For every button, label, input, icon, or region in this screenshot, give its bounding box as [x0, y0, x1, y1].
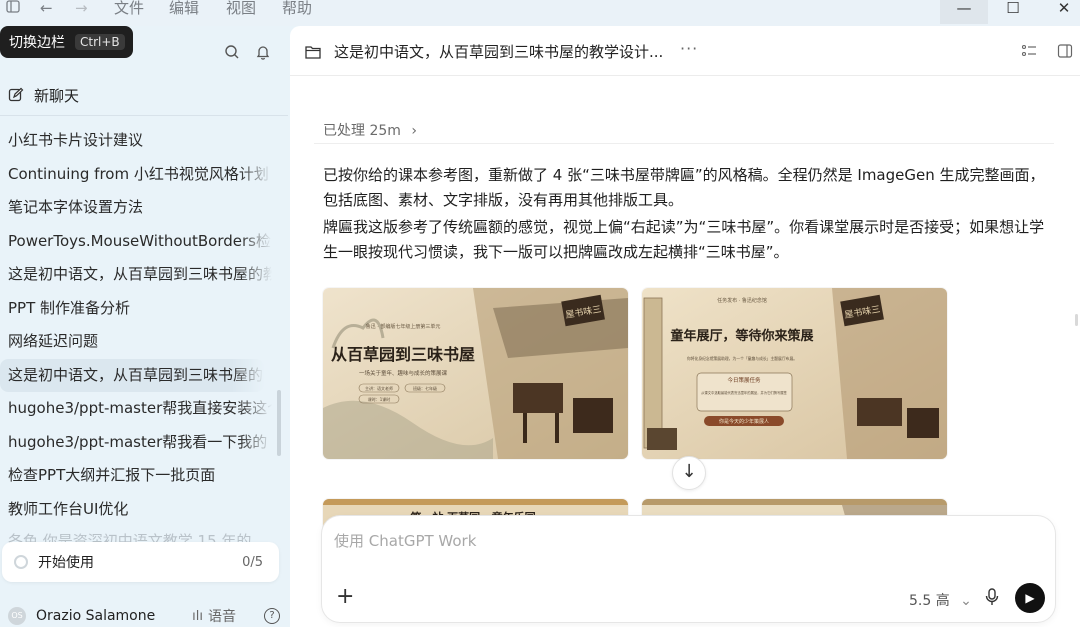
assistant-paragraph: 牌匾我这版参考了传统匾额的感觉，视觉上偏“右起读”为“三味书屋”。你看课堂展示时… [323, 218, 1045, 261]
plus-icon: + [336, 584, 355, 609]
image-top-caption: 任务发布 · 鲁迅纪念馆 [717, 297, 767, 304]
panel-toggle-icon[interactable] [1057, 43, 1073, 59]
main-panel: 这是初中语文，从百草园到三味书屋的教学设计... ··· 已处理 25m › 已… [290, 26, 1080, 627]
scroll-indicator[interactable] [1075, 314, 1078, 326]
history-item[interactable]: 教师工作台UI优化 [0, 493, 272, 527]
image-cta: 你是今天的少年策展人 [719, 418, 769, 425]
image-main-title: 从百草园到三味书屋 [331, 345, 475, 364]
folder-icon[interactable] [305, 44, 321, 59]
voice-wave-icon: ılı [192, 608, 203, 624]
history-item[interactable]: hugohe3/ppt-master帮我直接安装这个 [0, 392, 272, 426]
new-chat-label: 新聊天 [34, 86, 80, 105]
processed-time[interactable]: 已处理 25m › [323, 120, 417, 140]
new-chat-icon [8, 87, 24, 103]
maximize-button[interactable]: ☐ [989, 0, 1037, 24]
user-name: Orazio Salamone [36, 608, 156, 624]
history-item[interactable]: 检查PPT大纲并汇报下一批页面 [0, 459, 272, 493]
image-main-title: 童年展厅，等待你来策展 [670, 328, 814, 344]
voice-button[interactable]: ılı 语音 [192, 606, 236, 626]
conversation-header: 这是初中语文，从百草园到三味书屋的教学设计... ··· [290, 26, 1080, 76]
image-subtitle: 你将化身纪念馆策展助理，为一个「童趣与成长」主题展厅布展。 [687, 356, 797, 361]
history-item[interactable]: 笔记本字体设置方法 [0, 191, 272, 225]
conversation-title[interactable]: 这是初中语文，从百草园到三味书屋的教学设计... [334, 41, 663, 62]
message-input[interactable] [334, 532, 1024, 550]
menu-edit[interactable]: 编辑 [169, 0, 199, 17]
chevron-down-icon: ⌄ [960, 593, 972, 609]
user-row[interactable]: OS Orazio Salamone ılı 语音 ? [8, 605, 280, 627]
sidebar-scrollbar[interactable] [277, 390, 281, 456]
menu-view[interactable]: 视图 [226, 0, 256, 17]
title-bar: ← → 文件 编辑 视图 帮助 — ☐ ✕ [0, 0, 1080, 26]
history-item[interactable]: hugohe3/ppt-master帮我看一下我的 [0, 426, 272, 460]
menu-file[interactable]: 文件 [114, 0, 144, 17]
image-tag: 主讲：语文老师 [365, 385, 393, 391]
close-icon: ✕ [1057, 0, 1071, 17]
scroll-down-button[interactable]: ↓ [672, 456, 706, 490]
search-icon[interactable] [224, 44, 240, 60]
more-options-icon[interactable]: ··· [680, 39, 698, 58]
sidebar-toggle-icon[interactable] [6, 0, 20, 18]
add-attachment-button[interactable]: + [336, 586, 354, 608]
progress-ring-icon [14, 555, 28, 569]
processed-label: 已处理 25m [323, 123, 401, 139]
forward-arrow-icon[interactable]: → [75, 0, 88, 18]
image-tag: 班级：七年级 [413, 385, 437, 391]
chat-history-list: 小红书卡片设计建议 Continuing from 小红书视觉风格计划 笔记本字… [0, 124, 272, 526]
history-item[interactable]: Continuing from 小红书视觉风格计划 [0, 158, 272, 192]
new-chat-button[interactable]: 新聊天 [8, 84, 79, 106]
microphone-icon[interactable] [985, 588, 999, 606]
menu-help[interactable]: 帮助 [282, 0, 312, 17]
voice-label: 语音 [208, 609, 236, 625]
back-arrow-icon[interactable]: ← [40, 0, 53, 18]
tooltip-shortcut: Ctrl+B [75, 34, 125, 50]
history-item[interactable]: PowerToys.MouseWithoutBorders检测 [0, 225, 272, 259]
get-started-count: 0/5 [242, 554, 263, 570]
send-button[interactable]: ▶ [1015, 583, 1045, 613]
history-item[interactable]: 网络延迟问题 [0, 325, 272, 359]
maximize-icon: ☐ [1006, 0, 1020, 17]
generated-image-2[interactable]: 屋书味三 任务发布 · 鲁迅纪念馆 童年展厅，等待你来策展 你将化身纪念馆策展助… [642, 288, 947, 459]
avatar: OS [8, 607, 26, 625]
image-top-caption: 鲁迅 · 部编版七年级上册第三单元 [366, 323, 441, 330]
history-item-active[interactable]: 这是初中语文，从百草园到三味书屋的教学 [0, 358, 264, 392]
processed-divider [314, 143, 1054, 144]
image-box-text: 从课文中选取最能代表鲁迅童年的展品，并为它们撰写展签 [701, 390, 787, 395]
list-view-icon[interactable] [1021, 43, 1037, 59]
sidebar: 切换边栏 Ctrl+B 新聊天 小红书卡片设计建议 Continuing fro… [0, 26, 288, 627]
generated-image-1[interactable]: 屋书味三 鲁迅 · 部编版七年级上册第三单元 从百草园到三味书屋 一场关于童年、… [323, 288, 628, 459]
close-button[interactable]: ✕ [1040, 0, 1080, 24]
assistant-paragraph: 已按你给的课本参考图，重新做了 4 张“三味书屋带牌匾”的风格稿。全程仍然是 I… [323, 166, 1045, 209]
chevron-right-icon: › [411, 123, 417, 139]
model-label: 5.5 高 [909, 593, 950, 609]
message-composer: + 5.5 高 ⌄ ▶ [322, 516, 1055, 622]
minimize-icon: — [956, 0, 972, 17]
help-icon[interactable]: ? [264, 608, 280, 624]
image-subtitle: 一场关于童年、趣味与成长的策展课 [359, 369, 448, 377]
toggle-sidebar-tooltip: 切换边栏 Ctrl+B [0, 26, 133, 58]
tooltip-label: 切换边栏 [9, 35, 65, 51]
get-started-card[interactable]: 开始使用 0/5 [2, 542, 279, 582]
play-icon: ▶ [1025, 591, 1035, 605]
image-tag: 课时：1课时 [368, 396, 391, 402]
history-item[interactable]: 这是初中语文，从百草园到三味书屋的教学 [0, 258, 272, 292]
get-started-label: 开始使用 [38, 555, 94, 571]
model-selector[interactable]: 5.5 高 ⌄ [909, 590, 972, 610]
bell-icon[interactable] [255, 44, 271, 60]
minimize-button[interactable]: — [940, 0, 988, 24]
image-box-title: 今日策展任务 [727, 376, 761, 384]
arrow-down-icon: ↓ [681, 461, 697, 482]
history-item[interactable]: 小红书卡片设计建议 [0, 124, 272, 158]
sidebar-divider [0, 115, 288, 116]
history-item[interactable]: PPT 制作准备分析 [0, 292, 272, 326]
